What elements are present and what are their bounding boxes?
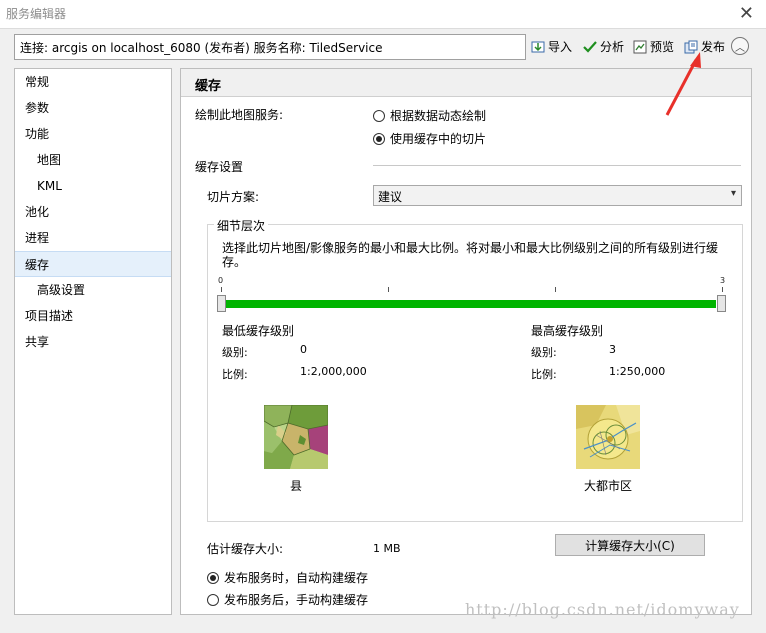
import-label: 导入: [548, 40, 573, 54]
sidebar-item[interactable]: 项目描述: [15, 303, 171, 329]
estimate-value: 1 MB: [373, 542, 401, 555]
min-tick-label: 0: [218, 276, 224, 285]
manual-build-radio[interactable]: 发布服务后，手动构建缓存: [207, 591, 368, 608]
radio-label: 使用缓存中的切片: [390, 132, 487, 146]
analyze-label: 分析: [600, 40, 625, 54]
radio-circle: [207, 593, 219, 606]
sidebar-item[interactable]: 常规: [15, 69, 171, 95]
tiling-scheme-select[interactable]: 建议 ▾: [373, 185, 742, 206]
radio-circle: [373, 132, 385, 145]
publish-label: 发布: [701, 40, 726, 54]
connection-field: 连接: arcgis on localhost_6080 (发布者) 服务名称:…: [14, 34, 526, 60]
sidebar-item[interactable]: 共享: [15, 329, 171, 355]
divider: [373, 165, 741, 166]
draw-mode-label: 绘制此地图服务:: [195, 108, 284, 122]
max-level-value: 3: [609, 343, 616, 356]
lod-title: 细节层次: [214, 217, 269, 234]
scale-range-slider[interactable]: [220, 300, 716, 308]
min-level-label: 级别:: [222, 346, 248, 359]
slider-tick: [722, 287, 723, 292]
import-icon: [531, 40, 545, 54]
min-level-title: 最低缓存级别: [222, 324, 295, 338]
toolbar: 连接: arcgis on localhost_6080 (发布者) 服务名称:…: [0, 28, 766, 66]
sidebar-item[interactable]: 进程: [15, 225, 171, 251]
sidebar-item[interactable]: 高级设置: [15, 277, 171, 303]
window-title: 服务编辑器: [6, 7, 67, 21]
radio-label: 根据数据动态绘制: [390, 109, 487, 123]
slider-tick: [555, 287, 556, 292]
draw-cache-radio[interactable]: 使用缓存中的切片: [373, 130, 486, 147]
import-button[interactable]: 导入: [531, 38, 572, 55]
analyze-button[interactable]: 分析: [583, 38, 624, 55]
publish-icon: [684, 40, 698, 54]
max-tick-label: 3: [720, 276, 726, 285]
slider-tick: [388, 287, 389, 292]
lod-group: 细节层次 选择此切片地图/影像服务的最小和最大比例。将对最小和最大比例级别之间的…: [207, 217, 743, 522]
cache-panel: 缓存 绘制此地图服务: 根据数据动态绘制 使用缓存中的切片 缓存设置 切片方案:…: [180, 68, 752, 615]
preview-label: 预览: [650, 40, 675, 54]
tiling-scheme-value: 建议: [378, 190, 403, 204]
sidebar-item[interactable]: 地图: [15, 147, 171, 173]
draw-dynamic-radio[interactable]: 根据数据动态绘制: [373, 107, 486, 124]
min-scale-value: 1:2,000,000: [300, 365, 367, 378]
county-caption: 县: [290, 479, 303, 493]
min-scale-handle[interactable]: [217, 295, 226, 312]
max-level-label: 级别:: [531, 346, 557, 359]
auto-build-radio[interactable]: 发布服务时，自动构建缓存: [207, 569, 368, 586]
sidebar-item[interactable]: 功能: [15, 121, 171, 147]
watermark: http://blog.csdn.net/idomyway: [465, 600, 740, 619]
radio-circle: [207, 571, 219, 584]
radio-label: 发布服务后，手动构建缓存: [224, 593, 369, 607]
panel-heading: 缓存: [195, 79, 222, 94]
calculate-cache-size-button[interactable]: 计算缓存大小(C): [555, 534, 705, 556]
preview-button[interactable]: 预览: [633, 38, 674, 55]
check-icon: [583, 40, 597, 54]
cache-settings-heading: 缓存设置: [195, 160, 244, 174]
preview-icon: [633, 40, 647, 54]
sidebar: 常规 参数 功能 地图 KML 池化 进程 缓存 高级设置 项目描述 共享: [14, 68, 172, 615]
panel-header: 缓存: [181, 69, 751, 97]
min-level-value: 0: [300, 343, 307, 356]
publish-button[interactable]: 发布: [684, 38, 725, 55]
collapse-icon[interactable]: ︿: [731, 37, 749, 55]
title-bar: 服务编辑器 ✕: [0, 0, 766, 28]
lod-description: 选择此切片地图/影像服务的最小和最大比例。将对最小和最大比例级别之间的所有级别进…: [222, 241, 719, 269]
max-scale-label: 比例:: [531, 368, 557, 381]
slider-tick: [221, 287, 222, 292]
sidebar-item[interactable]: 池化: [15, 199, 171, 225]
max-scale-handle[interactable]: [717, 295, 726, 312]
estimate-label: 估计缓存大小:: [207, 542, 284, 556]
county-map-thumbnail: [263, 404, 329, 469]
tiling-scheme-label: 切片方案:: [207, 190, 260, 204]
max-scale-value: 1:250,000: [609, 365, 666, 378]
calculate-label: 计算缓存大小(C): [585, 538, 675, 553]
close-icon[interactable]: ✕: [739, 3, 754, 24]
radio-circle: [373, 109, 385, 122]
sidebar-item[interactable]: KML: [15, 173, 171, 199]
metro-map-thumbnail: [576, 405, 640, 469]
chevron-down-icon: ▾: [730, 188, 736, 199]
min-scale-label: 比例:: [222, 368, 248, 381]
sidebar-item[interactable]: 缓存: [15, 251, 171, 277]
max-level-title: 最高缓存级别: [531, 324, 604, 338]
sidebar-item[interactable]: 参数: [15, 95, 171, 121]
radio-label: 发布服务时，自动构建缓存: [224, 571, 369, 585]
metro-caption: 大都市区: [584, 479, 633, 493]
